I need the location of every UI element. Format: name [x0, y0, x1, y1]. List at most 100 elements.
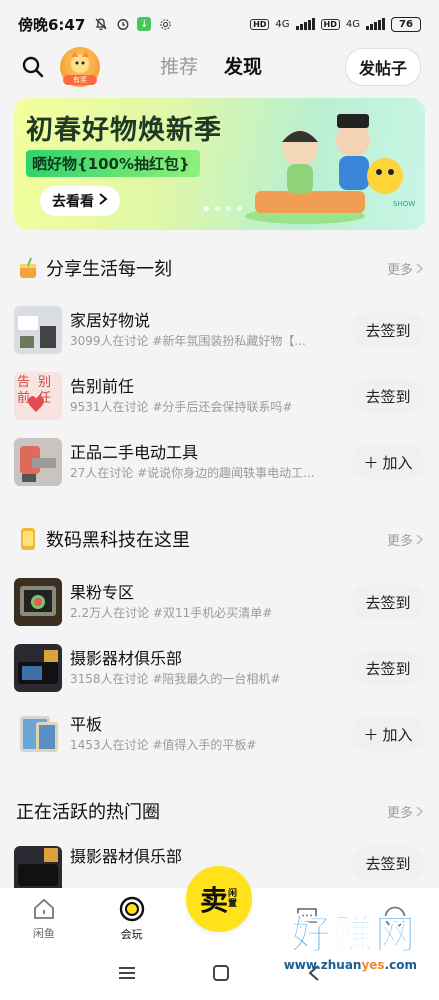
nav-item-play[interactable]: 会玩 — [88, 888, 176, 950]
home-icon — [33, 898, 54, 919]
hd-icon: HD — [250, 18, 270, 30]
menu-icon[interactable] — [118, 965, 136, 985]
list-item[interactable]: 摄影器材俱乐部 3158人在讨论 #陪我最久的一台相机# 去签到 — [14, 642, 425, 694]
join-button[interactable]: ＋ 加入 — [351, 717, 425, 751]
banner-dot — [215, 206, 220, 211]
more-label: 更多 — [386, 533, 413, 549]
sell-label: 卖 — [199, 884, 228, 917]
settings-icon — [157, 16, 173, 32]
section-header-life: 分享生活每一刻 更多 — [16, 253, 423, 283]
list-item[interactable]: 平板 1453人在讨论 #值得入手的平板# ＋ 加入 — [14, 708, 425, 760]
banner-pagination — [204, 206, 242, 211]
item-title: 平板 — [70, 715, 103, 734]
chevron-right-icon — [98, 193, 108, 209]
top-tabs: 推荐 发现 — [160, 52, 262, 79]
list-item[interactable]: 果粉专区 2.2万人在讨论 #双11手机必买清单# 去签到 — [14, 576, 425, 628]
nav-label: 闲鱼 — [32, 927, 55, 940]
banner-art-label: SHOW — [393, 200, 415, 208]
drink-icon — [20, 257, 36, 278]
section-title: 数码黑科技在这里 — [46, 530, 190, 551]
list-item[interactable]: 家居好物说 3099人在讨论 #新年氛围装扮私藏好物【... 去签到 — [14, 304, 425, 356]
checkin-button[interactable]: 去签到 — [351, 846, 425, 880]
banner-go-button[interactable]: 去看看 — [40, 186, 120, 216]
more-link[interactable]: 更多 — [387, 802, 423, 821]
banner-dot — [226, 206, 231, 211]
thumb-apple-fans — [14, 578, 62, 626]
item-title: 果粉专区 — [70, 583, 135, 602]
sell-sub-label: 闲置 — [228, 889, 238, 909]
chevron-right-icon — [416, 262, 423, 274]
join-button[interactable]: ＋ 加入 — [351, 445, 425, 479]
nav-label: 会玩 — [120, 928, 143, 941]
item-title: 正品二手电动工具 — [70, 443, 199, 462]
item-title: 摄影器材俱乐部 — [70, 847, 183, 866]
banner-dot — [204, 206, 209, 211]
promo-banner[interactable]: 初春好物焕新季 晒好物{100%抽红包} 去看看 SHOW — [14, 98, 425, 230]
bell-off-icon — [93, 16, 109, 32]
phone-icon — [21, 528, 35, 550]
item-desc: 27人在讨论 #说说你身边的趣闻轶事电动工... — [70, 466, 315, 480]
list-item[interactable]: 告别前任 告别前任 9531人在讨论 #分手后还会保持联系吗# 去签到 — [14, 370, 425, 422]
section-header-hot: 正在活跃的热门圈 更多 — [16, 796, 423, 826]
network-label-1: 4G — [275, 18, 290, 30]
checkin-button[interactable]: 去签到 — [351, 651, 425, 685]
signal-icon-2 — [366, 18, 385, 30]
checkin-button[interactable]: 去签到 — [351, 585, 425, 619]
thumb-breakup: 告别前任 — [14, 372, 62, 420]
item-title: 摄影器材俱乐部 — [70, 649, 183, 668]
tab-discover[interactable]: 发现 — [224, 52, 262, 79]
banner-dot — [237, 206, 242, 211]
thumb-power-tools — [14, 438, 62, 486]
status-bar: 傍晚6:47 ↓ HD 4G HD 4G 76 — [0, 0, 439, 48]
network-label-2: 4G — [345, 18, 360, 30]
watermark-url-post: .com — [384, 958, 417, 972]
thumb-tablet — [14, 710, 62, 758]
item-desc: 9531人在讨论 #分手后还会保持联系吗# — [70, 400, 293, 414]
status-time: 傍晚6:47 — [18, 15, 86, 34]
thumb-camera-club — [14, 644, 62, 692]
nav-item-home[interactable]: 闲鱼 — [0, 888, 88, 950]
home-square-icon[interactable] — [212, 964, 230, 986]
top-nav: 有奖 推荐 发现 发帖子 — [0, 44, 439, 90]
item-desc: 3158人在讨论 #陪我最久的一台相机# — [70, 672, 281, 686]
banner-subtitle: 晒好物{100%抽红包} — [26, 150, 200, 177]
banner-title: 初春好物焕新季 — [26, 115, 222, 146]
checkin-button[interactable]: 去签到 — [351, 313, 425, 347]
watermark-title: 好赚网 — [290, 912, 417, 959]
watermark: 好赚网 www.zhuanyes.com — [283, 902, 417, 973]
list-item[interactable]: 正品二手电动工具 27人在讨论 #说说你身边的趣闻轶事电动工... ＋ 加入 — [14, 436, 425, 488]
chevron-right-icon — [416, 533, 423, 545]
alarm-icon — [115, 16, 131, 32]
thumb-home-goods — [14, 306, 62, 354]
post-button[interactable]: 发帖子 — [344, 48, 421, 86]
item-desc: 2.2万人在讨论 #双11手机必买清单# — [70, 606, 273, 620]
search-icon[interactable] — [18, 52, 48, 82]
hd-icon-2: HD — [320, 18, 340, 30]
section-header-digital: 数码黑科技在这里 更多 — [16, 524, 423, 554]
section-title: 分享生活每一刻 — [46, 259, 172, 280]
banner-go-label: 去看看 — [52, 194, 94, 210]
thumb-camera-club — [14, 846, 62, 888]
sell-button[interactable]: 卖 闲置 — [186, 866, 252, 932]
more-link[interactable]: 更多 — [387, 259, 423, 278]
watermark-url-pre: www.zhuan — [283, 958, 362, 972]
download-icon: ↓ — [137, 17, 152, 31]
promo-avatar[interactable]: 有奖 — [60, 47, 100, 87]
join-label: 加入 — [382, 453, 413, 472]
more-link[interactable]: 更多 — [387, 530, 423, 549]
checkin-button[interactable]: 去签到 — [351, 379, 425, 413]
watermark-url-highlight: yes — [361, 958, 385, 972]
more-label: 更多 — [386, 262, 413, 278]
plus-icon: ＋ — [363, 725, 379, 744]
item-title: 告别前任 — [70, 377, 135, 396]
chevron-right-icon — [416, 805, 423, 817]
item-desc: 1453人在讨论 #值得入手的平板# — [70, 738, 257, 752]
tab-recommend[interactable]: 推荐 — [160, 52, 198, 79]
avatar-badge-label: 有奖 — [63, 75, 97, 85]
more-label: 更多 — [386, 805, 413, 821]
signal-icon — [295, 18, 315, 30]
section-title: 正在活跃的热门圈 — [16, 802, 160, 823]
item-desc: 3099人在讨论 #新年氛围装扮私藏好物【... — [70, 334, 306, 348]
banner-illustration: SHOW — [245, 114, 415, 224]
join-label: 加入 — [382, 725, 413, 744]
